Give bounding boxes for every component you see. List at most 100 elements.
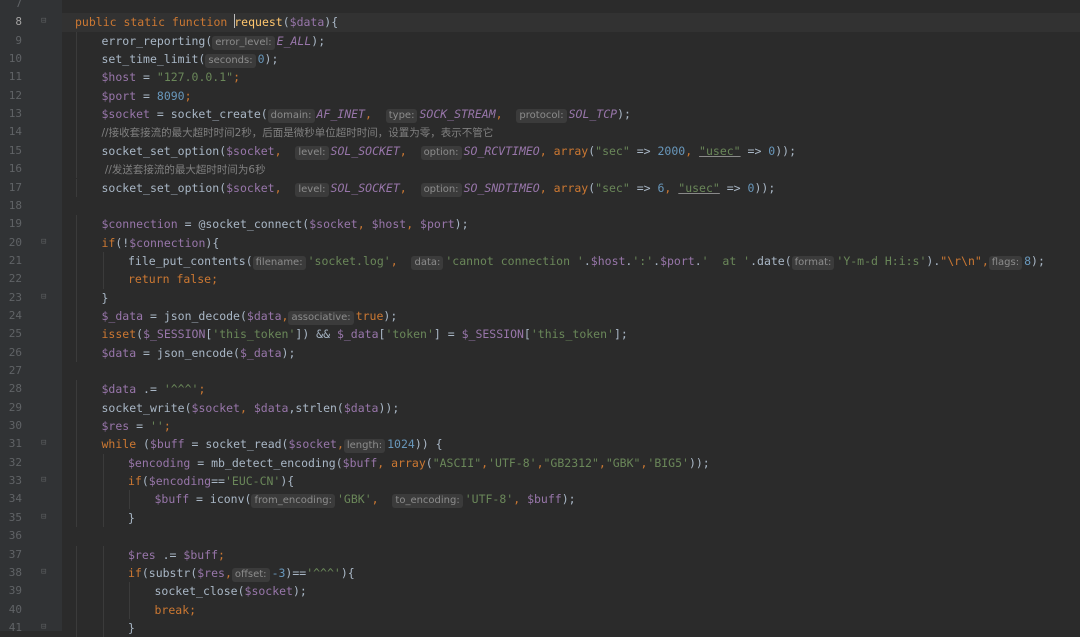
parameter-hint: length:	[343, 439, 386, 454]
code-line[interactable]: public static function request($data){	[62, 13, 1080, 32]
code-token: (	[282, 15, 290, 30]
parameter-hint: format:	[791, 255, 835, 270]
indent-guide	[76, 472, 77, 491]
code-line[interactable]: $socket = socket_create(domain: AF_INET, …	[62, 105, 1080, 124]
code-line-content: $socket = socket_create(domain: AF_INET, …	[102, 105, 631, 124]
code-line[interactable]: $connection = @socket_connect($socket, $…	[62, 215, 1080, 234]
code-token: ,	[377, 455, 392, 470]
code-line[interactable]	[62, 197, 1080, 215]
fold-marker-icon[interactable]: ⊟	[41, 622, 48, 631]
code-token: -3	[271, 565, 286, 580]
indent-guide	[76, 618, 77, 637]
fold-marker-icon[interactable]: ⊟	[41, 512, 48, 521]
code-line[interactable]: $port = 8090;	[62, 86, 1080, 106]
code-line[interactable]: //发送套接流的最大超时时间为6秒	[62, 160, 1080, 179]
code-line[interactable]: while ($buff = socket_read($socket, lengt…	[62, 435, 1080, 454]
fold-marker-icon[interactable]: ⊟	[41, 439, 48, 448]
code-line[interactable]: file_put_contents(filename:'socket.log',…	[62, 251, 1080, 271]
indent-guide	[102, 453, 104, 473]
code-token: = socket_create(	[149, 107, 268, 122]
code-token: $buff	[149, 437, 185, 452]
code-token: 'cannot connection '	[445, 253, 584, 268]
line-number-text: 23	[8, 290, 22, 304]
line-number: 15	[0, 142, 62, 160]
code-token: );	[561, 492, 576, 507]
code-token: = json_encode(	[136, 345, 240, 360]
indent-guide	[102, 270, 104, 289]
code-token: $port	[660, 253, 695, 268]
line-number: 39	[0, 582, 62, 600]
code-token: );	[454, 217, 469, 232]
code-token: if	[128, 565, 142, 580]
code-line[interactable]: $host = "127.0.0.1";	[62, 68, 1080, 87]
code-line[interactable]: return false;	[62, 270, 1080, 289]
code-line[interactable]: socket_write($socket, $data,strlen($data…	[62, 398, 1080, 418]
code-token: socket_set_option(	[101, 180, 227, 195]
fold-marker-icon[interactable]: ⊟	[41, 476, 48, 485]
code-token: ;	[218, 547, 225, 562]
code-line[interactable]: set_time_limit(seconds: 0);	[62, 50, 1080, 69]
indent-guide	[76, 50, 77, 69]
code-line[interactable]: error_reporting(error_level: E_ALL);	[62, 31, 1080, 51]
fold-marker-icon[interactable]: ⊟	[41, 292, 48, 301]
code-line[interactable]: $res .= $buff;	[62, 545, 1080, 564]
code-token: ,	[224, 565, 232, 580]
code-token: ,	[364, 107, 386, 122]
line-number-text: 26	[8, 345, 22, 359]
code-line[interactable]: $buff = iconv(from_encoding: 'GBK', to_en…	[62, 490, 1080, 509]
code-token: $connection	[129, 235, 206, 250]
indent-guide	[76, 233, 77, 252]
code-line[interactable]	[62, 527, 1080, 545]
code-token: SOL_SOCKET	[330, 180, 400, 195]
line-number: 8 ⊟	[0, 13, 62, 31]
indent-guide	[102, 472, 104, 491]
code-editor[interactable]: 7 8 ⊟ 9 10 11 12 13 14 15 16 17 18 19 20 ⊟ 21 22 23 ⊟ 24 25 26…	[0, 0, 1080, 637]
code-line[interactable]: $data = json_encode($_data);	[62, 343, 1080, 362]
code-line[interactable]: socket_set_option($socket, level: SOL_SOC…	[62, 141, 1080, 161]
code-line[interactable]: isset($_SESSION['this_token']) && $_data…	[62, 325, 1080, 344]
line-number-gutter[interactable]: 7 8 ⊟ 9 10 11 12 13 14 15 16 17 18 19 20 ⊟ 21 22 23 ⊟ 24 25 26…	[0, 0, 62, 634]
code-token: SOCK_STREAM	[419, 107, 496, 122]
line-number-text: 8	[15, 15, 22, 29]
code-line[interactable]	[62, 362, 1080, 380]
code-token: = socket_read(	[184, 437, 289, 452]
code-token: $_data	[239, 345, 282, 360]
code-line[interactable]	[62, 0, 1080, 13]
fold-marker-icon[interactable]: ⊟	[41, 17, 48, 26]
code-token: =	[136, 88, 157, 103]
code-area[interactable]: public static function request($data){er…	[62, 0, 1080, 637]
line-number: 12	[0, 87, 62, 105]
code-line[interactable]: if(substr($res, offset: -3)=='^^^'){	[62, 563, 1080, 583]
code-line[interactable]: socket_close($socket);	[62, 582, 1080, 601]
code-token: ,	[239, 400, 254, 415]
code-line[interactable]: }	[62, 288, 1080, 307]
code-token: [	[523, 327, 531, 342]
indent-guide	[76, 123, 77, 142]
indent-guide	[76, 68, 77, 87]
code-token: array	[553, 143, 589, 158]
indent-guide	[76, 453, 77, 473]
code-token: if	[128, 474, 142, 489]
code-token: ,	[390, 253, 412, 268]
code-line[interactable]: break;	[62, 600, 1080, 619]
code-line[interactable]: }	[62, 508, 1080, 528]
code-token: $data	[289, 15, 325, 30]
fold-marker-icon[interactable]: ⊟	[41, 567, 48, 576]
code-line[interactable]: }	[62, 618, 1080, 637]
code-line-content: //发送套接流的最大超时时间为6秒	[102, 160, 266, 179]
code-line[interactable]: if($encoding=='EUC-CN'){	[62, 472, 1080, 491]
code-line[interactable]: //接收套接流的最大超时时间2秒，后面是微秒单位超时时间，设置为零，表示不管它	[62, 123, 1080, 142]
line-number-text: 34	[8, 492, 22, 506]
code-token: "127.0.0.1"	[156, 70, 234, 85]
code-line[interactable]: $data .= '^^^';	[62, 380, 1080, 399]
code-line-content: return false;	[128, 270, 218, 288]
parameter-hint: filename:	[252, 255, 306, 270]
code-line[interactable]: $encoding = mb_detect_encoding($buff, ar…	[62, 453, 1080, 473]
fold-marker-icon[interactable]: ⊟	[41, 237, 48, 246]
code-token: ){	[340, 565, 355, 580]
line-number-text: 38	[8, 565, 22, 579]
code-line[interactable]: if(!$connection){	[62, 233, 1080, 252]
code-line[interactable]: socket_set_option($socket, level: SOL_SOC…	[62, 178, 1080, 197]
code-line[interactable]: $res = '';	[62, 417, 1080, 436]
code-line[interactable]: $_data = json_decode($data, associative: t…	[62, 306, 1080, 326]
